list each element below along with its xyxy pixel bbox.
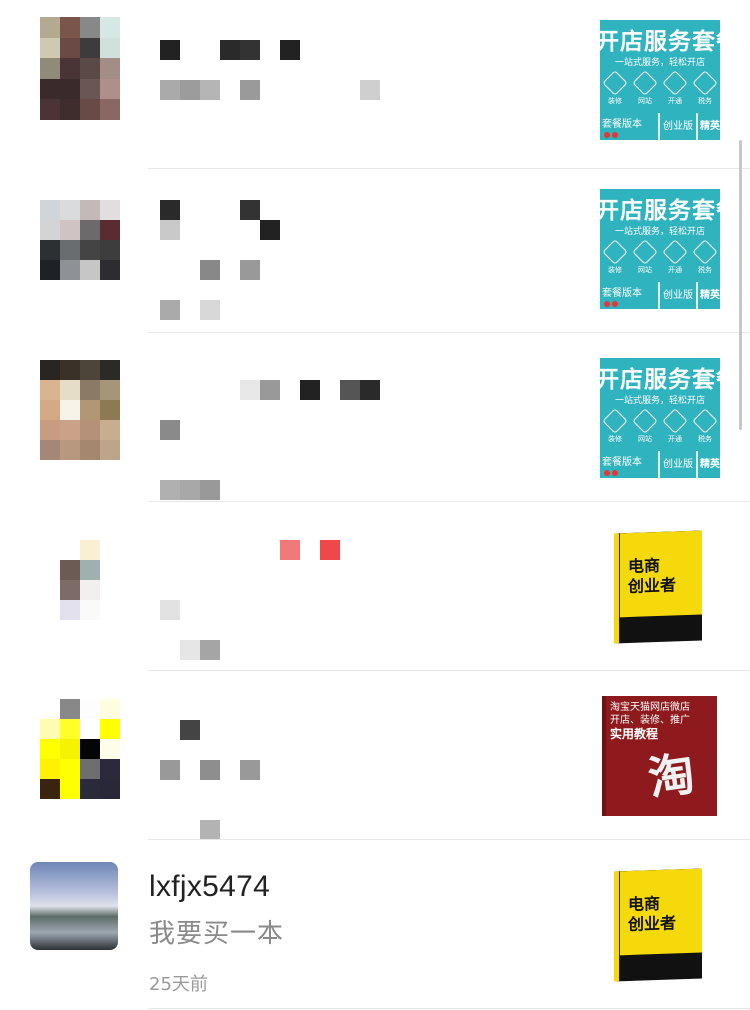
product-thumbnail[interactable]: 开店服务套餐 一站式服务，轻松开店 装修网站开通税务 套餐版本 创业版 精英: [600, 358, 720, 478]
thumbnail-labels: 装修 网站 开通 税务: [608, 266, 712, 274]
thumbnail-subtitle: 一站式服务，轻松开店: [614, 58, 705, 68]
conversation-item[interactable]: 电商 创业者: [0, 502, 750, 671]
thumbnail-subtitle: 一站式服务，轻松开店: [614, 396, 705, 406]
thumbnail-subtitle: 开店、装修、推广: [610, 715, 690, 726]
thumbnail-logo: 淘: [644, 746, 698, 806]
thumbnail-icons: [600, 70, 720, 96]
product-thumbnail[interactable]: 淘宝天猫网店微店 开店、装修、推广 实用教程 淘: [602, 696, 717, 816]
thumbnail-subtitle: 一站式服务，轻松开店: [614, 227, 705, 237]
avatar: [40, 17, 120, 120]
conversation-item[interactable]: 淘宝天猫网店微店 开店、装修、推广 实用教程 淘: [0, 671, 750, 840]
thumbnail-plan-bar: 套餐版本 创业版 精英: [600, 113, 720, 140]
thumbnail-icons: [600, 239, 720, 265]
product-thumbnail[interactable]: 开店服务套餐 一站式服务，轻松开店 装修网站开通税务 套餐版本 创业版 精英: [600, 189, 720, 309]
avatar: [60, 540, 100, 620]
thumbnail-plan-bar: 套餐版本 创业版 精英: [600, 282, 720, 309]
avatar[interactable]: [30, 862, 118, 950]
product-thumbnail[interactable]: 电商 创业者: [614, 530, 702, 644]
message-time: 25天前: [149, 974, 208, 995]
contact-name: lxfjx5474: [149, 870, 271, 903]
avatar: [40, 200, 120, 280]
product-thumbnail[interactable]: 电商 创业者: [614, 868, 702, 982]
conversation-item[interactable]: 开店服务套餐 一站式服务，轻松开店 装修网站开通税务 套餐版本 创业版 精英: [0, 0, 750, 169]
last-message: 我要买一本: [149, 919, 285, 949]
product-thumbnail[interactable]: 开店服务套餐 一站式服务，轻松开店 装修网站开通税务 套餐版本 创业版 精英: [600, 20, 720, 140]
avatar: [40, 699, 120, 799]
thumbnail-subtitle: 实用教程: [610, 727, 659, 741]
thumbnail-title: 开店服务套餐: [600, 29, 720, 55]
thumbnail-icons: [600, 408, 720, 434]
avatar: [40, 360, 120, 460]
thumbnail-title: 创业者: [628, 913, 677, 935]
conversation-item[interactable]: 开店服务套餐 一站式服务，轻松开店 装修网站开通税务 套餐版本 创业版 精英: [0, 164, 750, 333]
thumbnail-title: 开店服务套餐: [600, 198, 720, 224]
thumbnail-plan-bar: 套餐版本 创业版 精英: [600, 451, 720, 478]
thumbnail-labels: 装修 网站 开通 税务: [608, 435, 712, 443]
conversation-item[interactable]: 开店服务套餐 一站式服务，轻松开店 装修网站开通税务 套餐版本 创业版 精英: [0, 333, 750, 502]
thumbnail-title: 开店服务套餐: [600, 367, 720, 393]
thumbnail-title: 创业者: [628, 575, 677, 597]
scrollbar[interactable]: [739, 140, 742, 430]
divider: [148, 1008, 750, 1009]
thumbnail-labels: 装修 网站 开通 税务: [608, 97, 712, 105]
